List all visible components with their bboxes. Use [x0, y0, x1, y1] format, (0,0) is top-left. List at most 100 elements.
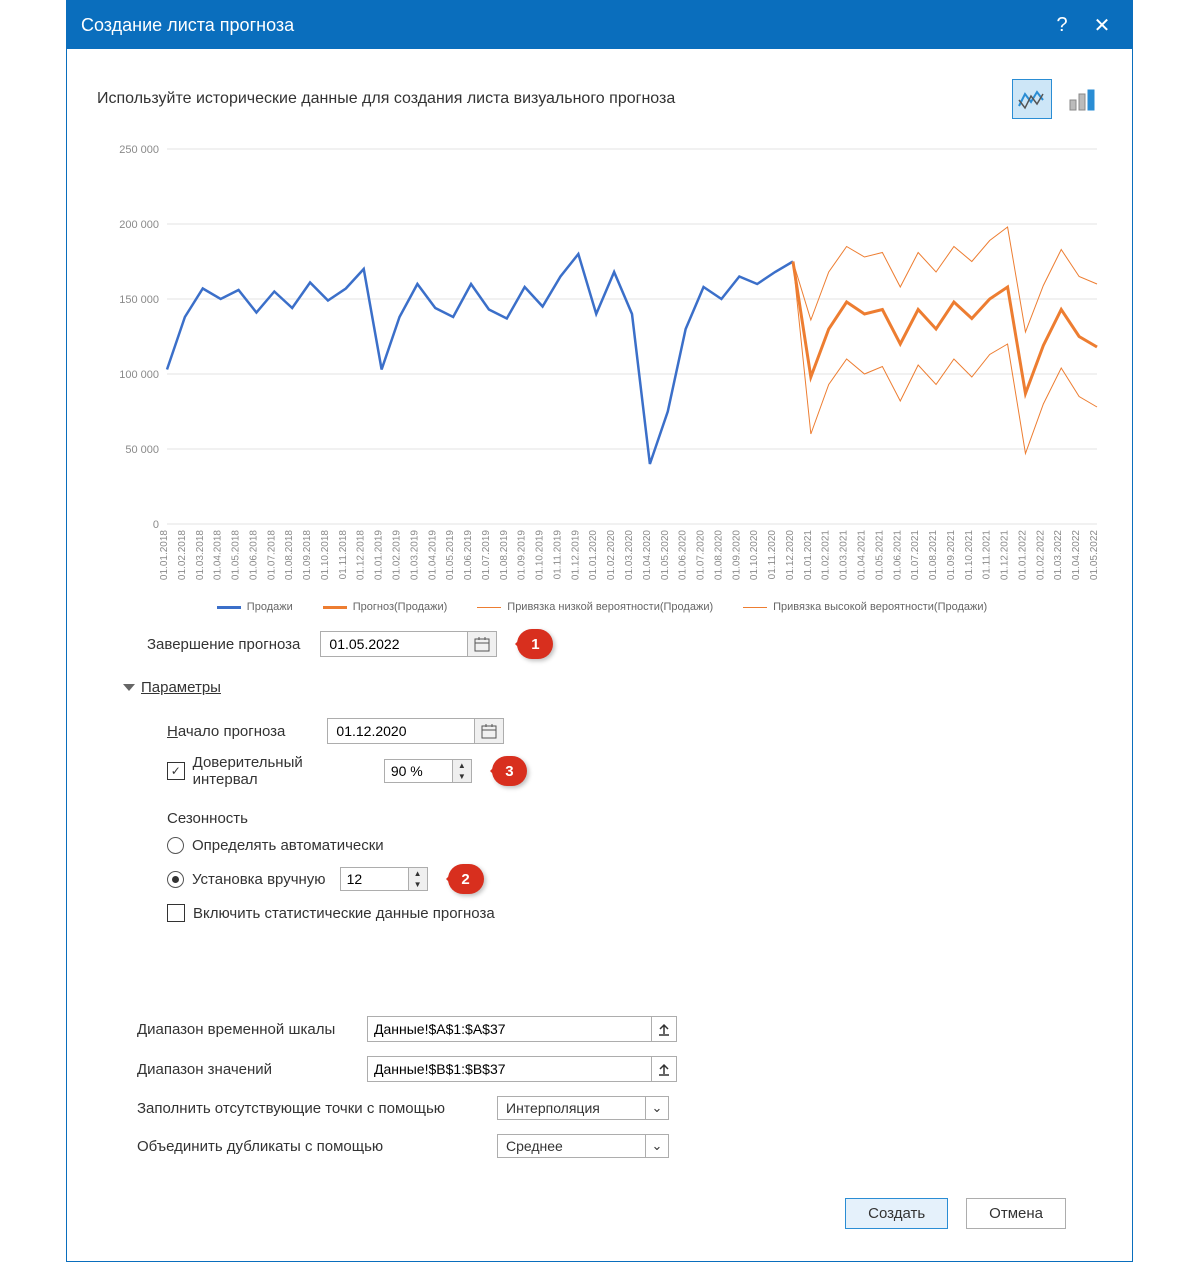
confidence-label: Доверительный интервал: [193, 754, 368, 788]
chart-preview: 050 000100 000150 000200 000250 00001.01…: [107, 139, 1097, 619]
seasonality-manual-radio[interactable]: [167, 871, 184, 888]
subtitle: Используйте исторические данные для созд…: [97, 90, 1012, 108]
svg-text:01.08.2018: 01.08.2018: [284, 530, 295, 580]
seasonality-down-button[interactable]: ▼: [409, 879, 427, 890]
cancel-button[interactable]: Отмена: [966, 1198, 1066, 1229]
seasonality-manual-label: Установка вручную: [192, 871, 326, 888]
help-button[interactable]: ?: [1042, 5, 1082, 45]
forecast-end-input[interactable]: [320, 631, 468, 657]
aggregate-label: Объединить дубликаты с помощью: [137, 1138, 497, 1155]
forecast-end-datepicker-button[interactable]: [468, 631, 497, 657]
include-stats-checkbox[interactable]: [167, 904, 185, 922]
confidence-up-button[interactable]: ▲: [453, 760, 471, 771]
chart-type-bar-button[interactable]: [1062, 79, 1102, 119]
svg-text:01.06.2019: 01.06.2019: [463, 530, 474, 580]
svg-text:01.11.2018: 01.11.2018: [338, 530, 349, 580]
svg-text:01.10.2021: 01.10.2021: [964, 530, 975, 580]
svg-text:01.05.2022: 01.05.2022: [1089, 530, 1100, 580]
svg-text:01.01.2020: 01.01.2020: [588, 530, 599, 580]
close-button[interactable]: ✕: [1082, 5, 1122, 45]
seasonality-auto-label: Определять автоматически: [192, 837, 384, 854]
svg-text:01.05.2018: 01.05.2018: [231, 530, 242, 580]
chevron-down-icon: ⌄: [645, 1135, 668, 1157]
svg-text:01.01.2022: 01.01.2022: [1017, 530, 1028, 580]
calendar-icon: [474, 636, 490, 652]
svg-text:50 000: 50 000: [125, 444, 159, 456]
range-select-icon: [657, 1062, 671, 1076]
values-range-picker-button[interactable]: [652, 1056, 677, 1082]
svg-text:01.02.2020: 01.02.2020: [606, 530, 617, 580]
options-expander[interactable]: Параметры: [123, 679, 1102, 696]
svg-text:01.12.2019: 01.12.2019: [570, 530, 581, 580]
svg-text:01.07.2019: 01.07.2019: [481, 530, 492, 580]
svg-text:150 000: 150 000: [119, 294, 159, 306]
svg-text:01.05.2020: 01.05.2020: [660, 530, 671, 580]
values-range-label: Диапазон значений: [137, 1061, 367, 1078]
svg-text:01.04.2020: 01.04.2020: [642, 530, 653, 580]
confidence-input[interactable]: [384, 759, 453, 783]
line-chart-icon: [1017, 86, 1047, 112]
svg-text:01.07.2020: 01.07.2020: [696, 530, 707, 580]
svg-text:01.02.2018: 01.02.2018: [177, 530, 188, 580]
svg-text:01.10.2019: 01.10.2019: [535, 530, 546, 580]
svg-text:01.09.2020: 01.09.2020: [731, 530, 742, 580]
window-title: Создание листа прогноза: [81, 15, 1042, 36]
svg-text:01.09.2019: 01.09.2019: [517, 530, 528, 580]
svg-text:01.07.2021: 01.07.2021: [910, 530, 921, 580]
svg-text:01.11.2020: 01.11.2020: [767, 530, 778, 580]
bar-chart-icon: [1067, 86, 1097, 112]
seasonality-up-button[interactable]: ▲: [409, 868, 427, 879]
svg-text:01.05.2021: 01.05.2021: [874, 530, 885, 580]
forecast-start-label: ННачало прогнозаачало прогноза: [167, 723, 285, 740]
svg-text:01.10.2018: 01.10.2018: [320, 530, 331, 580]
svg-text:01.12.2018: 01.12.2018: [356, 530, 367, 580]
svg-text:01.12.2020: 01.12.2020: [785, 530, 796, 580]
timeline-range-picker-button[interactable]: [652, 1016, 677, 1042]
svg-text:01.03.2019: 01.03.2019: [409, 530, 420, 580]
forecast-start-input[interactable]: [327, 718, 475, 744]
range-select-icon: [657, 1022, 671, 1036]
svg-text:01.01.2019: 01.01.2019: [374, 530, 385, 580]
chart-type-line-button[interactable]: [1012, 79, 1052, 119]
confidence-down-button[interactable]: ▼: [453, 771, 471, 782]
fill-missing-label: Заполнить отсутствующие точки с помощью: [137, 1100, 497, 1117]
seasonality-title: Сезонность: [167, 810, 527, 827]
create-button[interactable]: Создать: [845, 1198, 948, 1229]
svg-text:01.02.2022: 01.02.2022: [1035, 530, 1046, 580]
svg-text:100 000: 100 000: [119, 369, 159, 381]
aggregate-dropdown[interactable]: Среднее ⌄: [497, 1134, 669, 1158]
svg-text:01.11.2021: 01.11.2021: [982, 530, 993, 580]
svg-text:01.06.2021: 01.06.2021: [892, 530, 903, 580]
fill-missing-dropdown[interactable]: Интерполяция ⌄: [497, 1096, 669, 1120]
svg-text:01.07.2018: 01.07.2018: [266, 530, 277, 580]
forecast-dialog: Создание листа прогноза ? ✕ Используйте …: [66, 0, 1133, 1262]
svg-text:01.02.2019: 01.02.2019: [392, 530, 403, 580]
forecast-start-datepicker-button[interactable]: [475, 718, 504, 744]
calendar-icon: [481, 723, 497, 739]
confidence-checkbox[interactable]: [167, 762, 185, 780]
include-stats-label: Включить статистические данные прогноза: [193, 905, 495, 922]
svg-text:01.04.2021: 01.04.2021: [857, 530, 868, 580]
svg-text:01.09.2021: 01.09.2021: [946, 530, 957, 580]
timeline-range-label: Диапазон временной шкалы: [137, 1021, 367, 1038]
svg-text:01.08.2020: 01.08.2020: [713, 530, 724, 580]
chevron-down-icon: [123, 684, 135, 691]
forecast-end-label: Завершение прогноза: [147, 636, 300, 653]
svg-text:01.06.2018: 01.06.2018: [248, 530, 259, 580]
timeline-range-input[interactable]: [367, 1016, 652, 1042]
svg-text:01.02.2021: 01.02.2021: [821, 530, 832, 580]
svg-text:01.08.2021: 01.08.2021: [928, 530, 939, 580]
svg-text:01.11.2019: 01.11.2019: [552, 530, 563, 580]
seasonality-auto-radio[interactable]: [167, 837, 184, 854]
svg-text:01.04.2022: 01.04.2022: [1071, 530, 1082, 580]
annotation-3: 3: [492, 756, 527, 786]
svg-text:01.01.2021: 01.01.2021: [803, 530, 814, 580]
svg-text:01.05.2019: 01.05.2019: [445, 530, 456, 580]
values-range-input[interactable]: [367, 1056, 652, 1082]
annotation-2: 2: [448, 864, 484, 894]
chart-legend: Продажи Прогноз(Продажи) Привязка низкой…: [107, 601, 1097, 613]
svg-text:01.03.2022: 01.03.2022: [1053, 530, 1064, 580]
chevron-down-icon: ⌄: [645, 1097, 668, 1119]
svg-text:01.03.2020: 01.03.2020: [624, 530, 635, 580]
seasonality-manual-input[interactable]: [340, 867, 409, 891]
